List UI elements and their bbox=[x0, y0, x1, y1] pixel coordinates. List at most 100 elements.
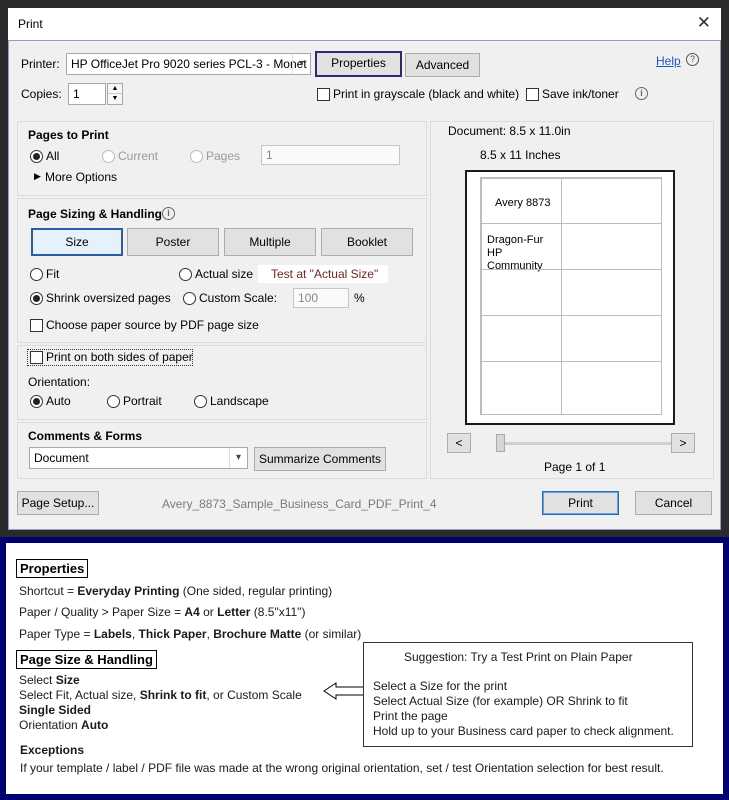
advanced-button[interactable]: Advanced bbox=[405, 53, 480, 77]
label-cell bbox=[561, 269, 662, 316]
more-options-link[interactable]: More Options bbox=[45, 170, 117, 184]
copies-stepper[interactable]: ▲ ▼ bbox=[107, 83, 123, 105]
current-radio[interactable] bbox=[102, 150, 115, 163]
window-title: Print bbox=[18, 17, 43, 31]
shrink-radio[interactable] bbox=[30, 292, 43, 305]
label-cell: Avery 8873 bbox=[481, 178, 562, 224]
print-button[interactable]: Print bbox=[542, 491, 619, 515]
save-ink-label: Save ink/toner bbox=[542, 87, 619, 101]
custom-scale-input[interactable]: 100 bbox=[293, 288, 349, 308]
pages-range-input[interactable]: 1 bbox=[261, 145, 400, 165]
help-icon[interactable]: ? bbox=[686, 53, 699, 66]
actual-size-label: Actual size bbox=[195, 267, 254, 281]
note-text: or bbox=[199, 605, 218, 619]
tab-poster[interactable]: Poster bbox=[127, 228, 219, 256]
page-slider-track[interactable] bbox=[496, 442, 672, 445]
note-paper-type: Paper Type = Labels, Thick Paper, Brochu… bbox=[19, 627, 361, 641]
custom-scale-label: Custom Scale: bbox=[199, 291, 278, 305]
note-text: Orientation bbox=[19, 718, 82, 732]
copies-value: 1 bbox=[73, 87, 80, 101]
note-text: Everyday Printing bbox=[77, 584, 180, 598]
close-icon[interactable]: ✕ bbox=[697, 13, 711, 33]
auto-radio[interactable] bbox=[30, 395, 43, 408]
copies-label: Copies: bbox=[21, 87, 62, 101]
paper-source-checkbox[interactable] bbox=[30, 319, 43, 332]
chevron-down-icon: ▾ bbox=[229, 448, 247, 468]
pages-to-print-panel: Pages to Print All Current Pages 1 ▶ Mor… bbox=[17, 121, 427, 196]
comments-selected: Document bbox=[34, 451, 89, 465]
comments-panel: Comments & Forms Document ▾ Summarize Co… bbox=[17, 422, 427, 479]
pages-to-print-title: Pages to Print bbox=[28, 128, 109, 142]
label-cell: Dragon-Fur HP Community bbox=[481, 223, 562, 272]
info-icon[interactable]: i bbox=[635, 87, 648, 100]
suggestion-line: Print the page bbox=[373, 709, 448, 723]
stepper-up-icon[interactable]: ▲ bbox=[108, 84, 122, 94]
page-slider-thumb[interactable] bbox=[496, 434, 505, 452]
fit-label: Fit bbox=[46, 267, 60, 281]
fit-radio[interactable] bbox=[30, 268, 43, 281]
title-bar: Print ✕ bbox=[8, 8, 721, 40]
test-note-box: Test at "Actual Size" bbox=[258, 265, 388, 283]
note-select-size: Select Size bbox=[19, 673, 80, 687]
label-cell bbox=[481, 315, 562, 362]
stepper-down-icon[interactable]: ▼ bbox=[108, 94, 122, 104]
printer-label: Printer: bbox=[21, 57, 60, 71]
portrait-label: Portrait bbox=[123, 394, 162, 408]
note-text: Select Fit, Actual size, bbox=[19, 688, 140, 702]
pages-radio[interactable] bbox=[190, 150, 203, 163]
summarize-comments-button[interactable]: Summarize Comments bbox=[254, 447, 386, 471]
arrow-left-icon bbox=[323, 682, 365, 700]
note-text: , or Custom Scale bbox=[206, 688, 302, 702]
landscape-radio[interactable] bbox=[194, 395, 207, 408]
page-preview: Avery 8873 Dragon-Fur HP Community bbox=[465, 170, 675, 425]
note-text: (8.5"x11") bbox=[250, 605, 306, 619]
note-exceptions-text: If your template / label / PDF file was … bbox=[20, 761, 664, 775]
orientation-label: Orientation: bbox=[28, 375, 91, 389]
note-text: Shrink to fit bbox=[139, 688, 207, 702]
properties-button[interactable]: Properties bbox=[315, 51, 402, 77]
note-text: Select bbox=[19, 673, 56, 687]
prev-page-button[interactable]: < bbox=[447, 433, 471, 453]
auto-label: Auto bbox=[46, 394, 71, 408]
note-text: Size bbox=[55, 673, 80, 687]
label-cell bbox=[561, 315, 662, 362]
save-ink-checkbox[interactable] bbox=[526, 88, 539, 101]
tab-booklet[interactable]: Booklet bbox=[321, 228, 413, 256]
comments-select[interactable]: Document ▾ bbox=[29, 447, 248, 469]
tab-size[interactable]: Size bbox=[31, 228, 123, 256]
portrait-radio[interactable] bbox=[107, 395, 120, 408]
suggestion-box: Suggestion: Try a Test Print on Plain Pa… bbox=[363, 642, 693, 747]
tab-multiple[interactable]: Multiple bbox=[224, 228, 316, 256]
note-select-fit: Select Fit, Actual size, Shrink to fit, … bbox=[19, 688, 302, 702]
actual-size-radio[interactable] bbox=[179, 268, 192, 281]
notes-properties-heading: Properties bbox=[16, 559, 89, 578]
printer-selected: HP OfficeJet Pro 9020 series PCL-3 - Mon… bbox=[71, 57, 307, 71]
label-text-1: Avery 8873 bbox=[495, 197, 551, 209]
shrink-label: Shrink oversized pages bbox=[46, 291, 171, 305]
page-setup-button[interactable]: Page Setup... bbox=[17, 491, 99, 515]
label-text-2a: Dragon-Fur bbox=[487, 234, 544, 246]
document-size: Document: 8.5 x 11.0in bbox=[448, 124, 571, 138]
printer-select[interactable]: HP OfficeJet Pro 9020 series PCL-3 - Mon… bbox=[66, 53, 311, 75]
custom-scale-radio[interactable] bbox=[183, 292, 196, 305]
expand-triangle-icon[interactable]: ▶ bbox=[34, 171, 41, 182]
print-dialog-window: Print ✕ Printer: HP OfficeJet Pro 9020 s… bbox=[0, 0, 729, 537]
notes-size-heading: Page Size & Handling bbox=[16, 650, 157, 669]
info-icon[interactable]: i bbox=[162, 207, 175, 220]
help-link[interactable]: Help bbox=[656, 54, 681, 68]
note-text: Brochure Matte bbox=[213, 627, 302, 641]
note-text: (or similar) bbox=[301, 627, 362, 641]
copies-input[interactable]: 1 bbox=[68, 83, 106, 105]
both-sides-checkbox[interactable] bbox=[30, 351, 43, 364]
note-exceptions-heading: Exceptions bbox=[20, 743, 85, 757]
note-orientation: Orientation Auto bbox=[19, 718, 108, 732]
suggestion-title: Suggestion: Try a Test Print on Plain Pa… bbox=[404, 650, 633, 664]
note-text: (One sided, regular printing) bbox=[179, 584, 333, 598]
all-radio[interactable] bbox=[30, 150, 43, 163]
pages-label: Pages bbox=[206, 149, 241, 163]
grayscale-checkbox[interactable] bbox=[317, 88, 330, 101]
next-page-button[interactable]: > bbox=[671, 433, 695, 453]
page-sizing-title: Page Sizing & Handling bbox=[28, 207, 163, 221]
cancel-button[interactable]: Cancel bbox=[635, 491, 712, 515]
note-text: Shortcut = bbox=[19, 584, 78, 598]
